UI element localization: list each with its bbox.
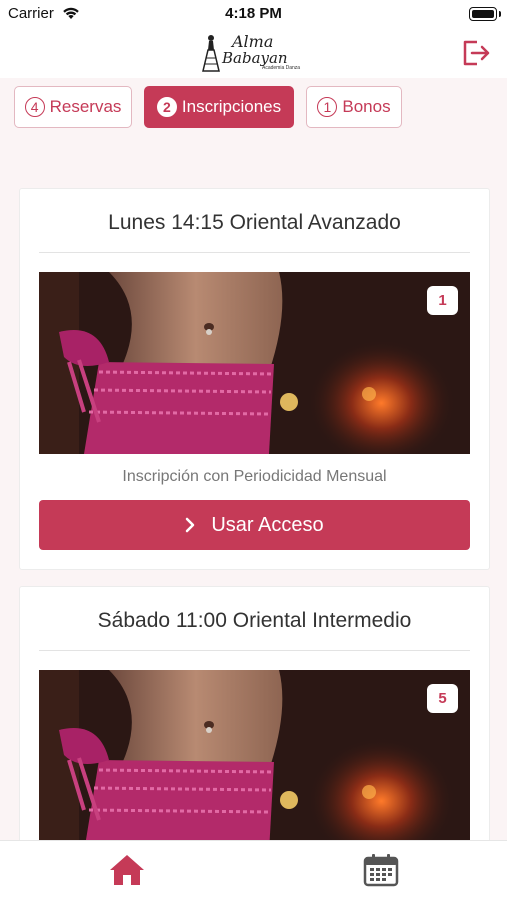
brand-logo: Alma Babayan Academia Danza <box>198 32 310 74</box>
class-photo: 1 <box>39 272 470 454</box>
tab-count-badge: 4 <box>24 97 45 117</box>
count-badge: 5 <box>427 684 458 713</box>
tab-label: Bonos <box>342 97 391 116</box>
tab-label: Inscripciones <box>181 97 282 116</box>
home-icon[interactable] <box>108 853 146 887</box>
chevron-right-icon <box>186 517 195 533</box>
class-card: Sábado 11:00 Oriental Intermedio 5 <box>19 586 490 852</box>
divider <box>39 650 470 651</box>
app-header: Alma Babayan Academia Danza <box>0 28 507 78</box>
bottom-nav <box>0 840 507 901</box>
use-access-label: Usar Acceso <box>211 513 324 536</box>
clock: 4:18 PM <box>225 5 282 22</box>
tab-bar: 4 Reservas 2 Inscripciones 1 Bonos <box>14 86 507 130</box>
use-access-button[interactable]: Usar Acceso <box>39 500 470 550</box>
battery-icon <box>469 7 501 21</box>
tab-bonos[interactable]: 1 Bonos <box>306 86 402 128</box>
count-badge: 1 <box>427 286 458 315</box>
status-bar: Carrier 4:18 PM <box>0 0 507 28</box>
dancer-photo <box>39 272 470 454</box>
tab-inscripciones[interactable]: 2 Inscripciones <box>144 86 294 128</box>
divider <box>39 252 470 253</box>
class-title: Lunes 14:15 Oriental Avanzado <box>108 211 401 234</box>
logout-icon[interactable] <box>461 38 493 68</box>
tab-reservas[interactable]: 4 Reservas <box>14 86 132 128</box>
class-card: Lunes 14:15 Oriental Avanzado 1 Inscripc… <box>19 188 490 570</box>
dancer-icon <box>202 35 220 72</box>
tab-label: Reservas <box>49 97 122 116</box>
calendar-icon[interactable] <box>363 853 399 887</box>
class-photo: 5 <box>39 670 470 852</box>
tab-count-badge: 2 <box>156 97 177 117</box>
tab-count-badge: 1 <box>317 97 338 117</box>
subscription-type: Inscripción con Periodicidad Mensual <box>122 468 387 485</box>
dancer-photo <box>39 670 470 852</box>
class-title: Sábado 11:00 Oriental Intermedio <box>97 609 412 632</box>
